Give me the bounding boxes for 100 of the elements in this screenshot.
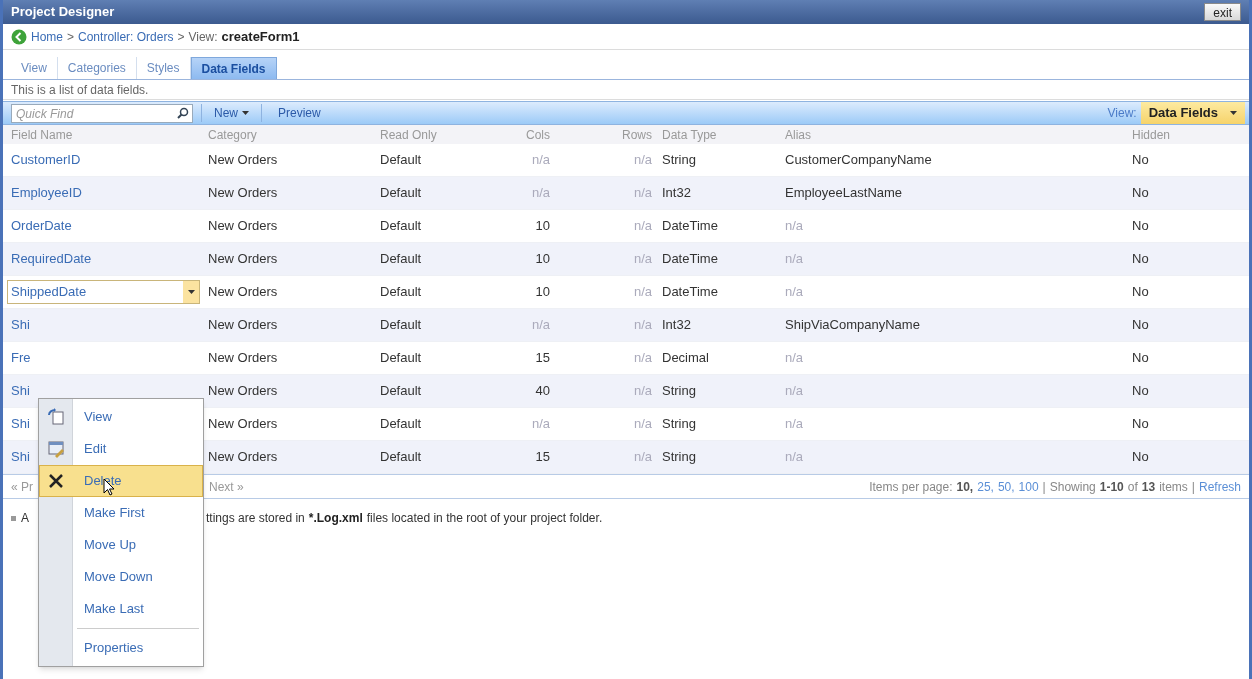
table-cell: n/a xyxy=(785,383,804,399)
breadcrumb-link[interactable]: Controller: Orders xyxy=(78,27,174,46)
field-link[interactable]: Shi xyxy=(11,381,30,401)
breadcrumb-text: > xyxy=(67,28,75,46)
table-cell: New Orders xyxy=(208,152,278,168)
table-cell: n/a xyxy=(633,152,652,168)
pager-link[interactable]: 25, xyxy=(977,477,994,496)
table-cell: No xyxy=(1132,152,1149,168)
pager-text: 1-10 xyxy=(1099,478,1124,496)
tab[interactable]: Data Fields xyxy=(190,57,277,79)
pager-text: 13 xyxy=(1141,478,1156,496)
next-link[interactable]: Next » xyxy=(209,477,244,496)
table-cell: Decimal xyxy=(662,350,709,366)
table-cell: 10 xyxy=(535,284,550,300)
table-cell: n/a xyxy=(633,449,652,465)
tab[interactable]: Styles xyxy=(136,57,191,79)
caret-icon xyxy=(242,111,249,115)
search-icon xyxy=(177,106,189,119)
pager-text: | xyxy=(1191,478,1195,496)
table-cell: DateTime xyxy=(662,284,718,300)
table-cell: No xyxy=(1132,383,1149,399)
new-button[interactable]: New xyxy=(214,104,249,122)
table-cell: Default xyxy=(380,350,422,366)
menu-item[interactable]: Make Last xyxy=(39,593,203,625)
menu-item[interactable]: View xyxy=(39,401,203,433)
table-cell: EmployeeLastName xyxy=(785,185,903,201)
table-cell: No xyxy=(1132,284,1149,300)
breadcrumb-text: > xyxy=(177,28,185,46)
table-cell: n/a xyxy=(785,218,804,234)
table-cell: Default xyxy=(380,317,422,333)
pager-text: | xyxy=(1042,478,1046,496)
field-link[interactable]: Shi xyxy=(11,447,30,467)
table-cell: n/a xyxy=(531,152,550,168)
document-arrow-icon xyxy=(47,408,65,426)
breadcrumb-current: createForm1 xyxy=(221,27,300,46)
column-header: Rows xyxy=(621,126,652,144)
exit-button[interactable]: exit xyxy=(1204,3,1241,21)
table-cell: New Orders xyxy=(208,416,278,432)
view-select[interactable]: Data Fields xyxy=(1140,102,1245,124)
field-link[interactable]: Shi xyxy=(11,414,30,434)
table-cell: n/a xyxy=(785,284,804,300)
table-cell: Default xyxy=(380,284,422,300)
table-cell: 10 xyxy=(535,251,550,267)
table-cell: No xyxy=(1132,218,1149,234)
menu-item[interactable]: Make First xyxy=(39,497,203,529)
table-cell: 40 xyxy=(535,383,550,399)
pager-link[interactable]: Refresh xyxy=(1198,477,1241,496)
menu-item[interactable]: Move Down xyxy=(39,561,203,593)
table-cell: n/a xyxy=(633,284,652,300)
search-field[interactable]: Quick Find xyxy=(11,104,193,123)
pager-text: of xyxy=(1127,478,1138,496)
table-cell: n/a xyxy=(531,416,550,432)
table-cell: No xyxy=(1132,449,1149,465)
table-cell: n/a xyxy=(633,416,652,432)
back-icon[interactable] xyxy=(11,28,27,45)
caret-icon xyxy=(187,290,195,294)
window-title: Project Designer xyxy=(11,3,115,22)
table-cell: 15 xyxy=(535,350,550,366)
field-link[interactable]: Shi xyxy=(11,315,30,335)
table-cell: n/a xyxy=(785,350,804,366)
menu-item[interactable]: Move Up xyxy=(39,529,203,561)
table-cell: New Orders xyxy=(208,284,278,300)
field-link[interactable]: EmployeeID xyxy=(11,183,82,203)
breadcrumb-link[interactable]: Home xyxy=(31,27,63,46)
field-link[interactable]: OrderDate xyxy=(11,216,72,236)
column-header: Cols xyxy=(525,126,550,144)
view-label: View: xyxy=(1107,105,1137,122)
previous-link[interactable]: « Pr xyxy=(11,477,33,496)
table-cell: n/a xyxy=(531,317,550,333)
menu-item[interactable]: Properties xyxy=(39,632,203,664)
table-cell: n/a xyxy=(785,251,804,267)
table-cell: String xyxy=(662,416,696,432)
table-cell: No xyxy=(1132,251,1149,267)
column-header: Alias xyxy=(785,126,812,144)
preview-button[interactable]: Preview xyxy=(278,104,321,122)
pager-link[interactable]: 100 xyxy=(1018,477,1039,496)
table-cell: Int32 xyxy=(662,185,691,201)
pager-link[interactable]: 50, xyxy=(997,477,1015,496)
tab[interactable]: View xyxy=(11,57,58,79)
table-cell: String xyxy=(662,383,696,399)
note-text: files located in the root of your project folder. xyxy=(366,510,603,527)
table-cell: Default xyxy=(380,152,422,168)
field-link[interactable]: Fre xyxy=(11,348,31,368)
table-cell: n/a xyxy=(531,185,550,201)
caret-icon xyxy=(1230,111,1237,115)
menu-item[interactable]: Edit xyxy=(39,433,203,465)
note-text: ttings are stored in xyxy=(206,510,305,527)
table-cell: n/a xyxy=(633,350,652,366)
table-cell: No xyxy=(1132,185,1149,201)
table-cell: New Orders xyxy=(208,317,278,333)
table-cell: 15 xyxy=(535,449,550,465)
column-header: Data Type xyxy=(661,126,718,144)
field-link[interactable]: RequiredDate xyxy=(11,249,92,269)
column-header: Category xyxy=(208,126,258,144)
field-link[interactable]: CustomerID xyxy=(11,150,81,170)
column-header: Field Name xyxy=(10,126,74,144)
tab[interactable]: Categories xyxy=(57,57,137,79)
field-dropdown[interactable]: ShippedDate xyxy=(7,280,200,304)
delete-icon xyxy=(49,474,63,488)
pager-text: Items per page: xyxy=(869,478,953,496)
